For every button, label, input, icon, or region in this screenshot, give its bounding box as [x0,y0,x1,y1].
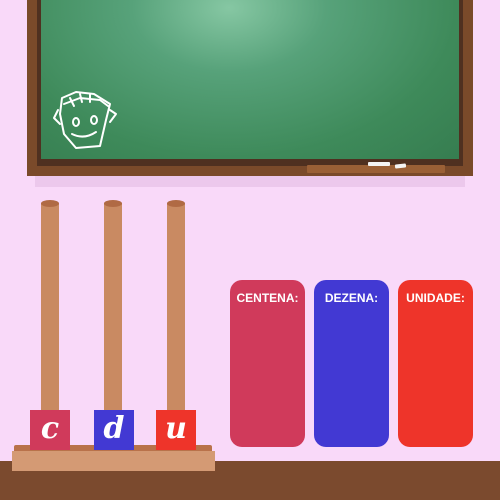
dezena-label: DEZENA: [324,291,379,305]
dezena-panel[interactable]: DEZENA: [314,280,389,447]
centena-label: CENTENA: [236,291,299,305]
rod-label-d: d [94,410,134,450]
rod-cap [41,200,59,207]
chalk-piece [368,162,390,166]
chalk-tray [307,165,445,173]
mascot-chalk-drawing-icon [53,91,117,149]
unidade-panel[interactable]: UNIDADE: [398,280,473,447]
rod-cap [167,200,185,207]
rod-label-u: u [156,410,196,450]
unidade-label: UNIDADE: [406,291,465,305]
centena-panel[interactable]: CENTENA: [230,280,305,447]
abacus-base [12,451,215,471]
rod-cap [104,200,122,207]
rod-label-c: c [30,410,70,450]
chalkboard-shadow [35,176,465,187]
